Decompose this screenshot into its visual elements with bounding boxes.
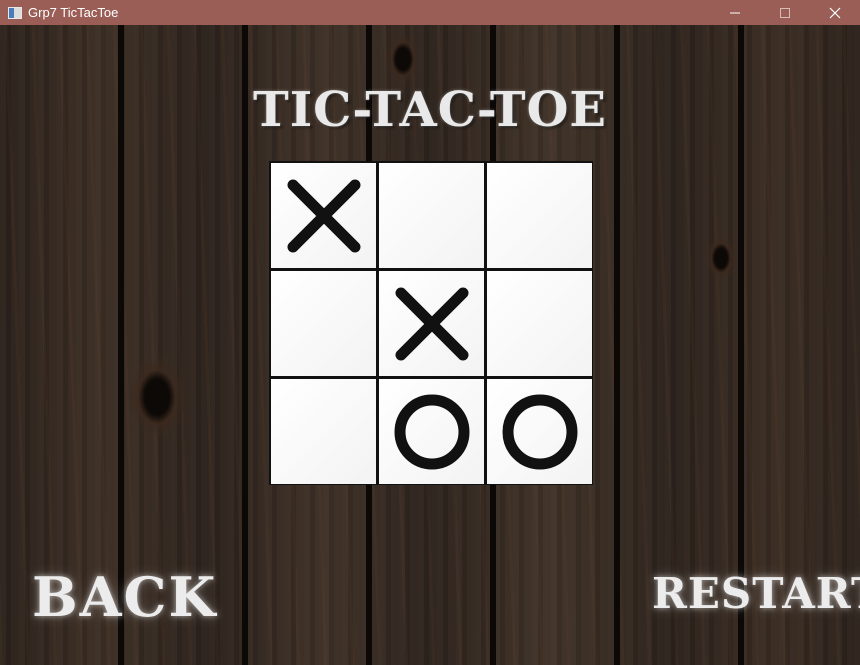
game-title: TIC-TAC-TOE	[253, 82, 607, 138]
maximize-icon	[780, 7, 790, 18]
game-board	[269, 161, 593, 485]
window-app-icon	[8, 6, 22, 19]
close-button[interactable]	[810, 0, 860, 25]
back-button[interactable]: BACK	[32, 565, 217, 629]
o-mark-icon	[394, 394, 469, 469]
board-cell-1-0[interactable]	[271, 271, 376, 376]
close-icon	[829, 7, 841, 18]
restart-button[interactable]: RESTART	[652, 569, 860, 618]
o-mark-icon	[502, 394, 577, 469]
board-cell-2-2[interactable]	[487, 379, 592, 484]
x-mark-icon	[287, 179, 360, 252]
wood-knot	[128, 355, 186, 439]
board-cell-2-0[interactable]	[271, 379, 376, 484]
wood-knot	[386, 33, 420, 85]
board-cell-0-2[interactable]	[487, 163, 592, 268]
x-mark-icon	[395, 287, 468, 360]
board-cell-0-1[interactable]	[379, 163, 484, 268]
board-cell-0-0[interactable]	[271, 163, 376, 268]
window-titlebar: Grp7 TicTacToe	[0, 0, 860, 25]
minimize-icon	[730, 12, 740, 13]
window-title: Grp7 TicTacToe	[28, 5, 119, 20]
board-cell-2-1[interactable]	[379, 379, 484, 484]
board-cell-1-1[interactable]	[379, 271, 484, 376]
wood-knot	[706, 235, 736, 281]
minimize-button[interactable]	[710, 0, 760, 25]
maximize-button[interactable]	[760, 0, 810, 25]
board-cell-1-2[interactable]	[487, 271, 592, 376]
